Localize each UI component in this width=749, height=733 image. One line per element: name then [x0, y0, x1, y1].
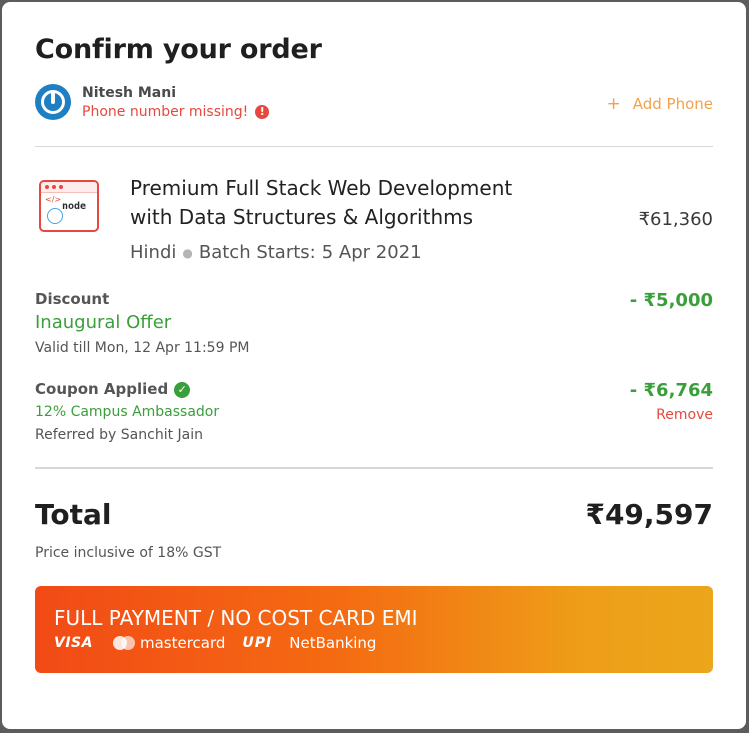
coupon-label: Coupon Applied: [35, 380, 169, 398]
plus-icon: +: [606, 94, 621, 114]
alert-circle-icon: !: [255, 105, 270, 119]
course-meta: Hindi ● Batch Starts: 5 Apr 2021: [130, 242, 422, 263]
discount-amount: - ₹5,000: [629, 290, 713, 311]
total-label: Total: [35, 498, 112, 531]
course-language: Hindi: [130, 242, 177, 263]
check-circle-icon: ✓: [174, 382, 191, 398]
full-payment-button[interactable]: FULL PAYMENT / NO COST CARD EMI VISA mas…: [35, 586, 713, 673]
order-confirmation-modal: Confirm your order Nitesh Mani Phone num…: [2, 2, 746, 729]
coupon-label-row: Coupon Applied ✓: [35, 380, 191, 398]
netbanking-label: NetBanking: [289, 634, 377, 652]
user-name: Nitesh Mani: [82, 85, 177, 101]
add-phone-label: Add Phone: [632, 95, 713, 113]
remove-coupon-link[interactable]: Remove: [656, 407, 713, 423]
course-price: ₹61,360: [638, 209, 713, 230]
code-window-icon: </> node: [39, 180, 99, 232]
coupon-name: 12% Campus Ambassador: [35, 404, 220, 420]
divider: [35, 467, 713, 469]
discount-offer-name: Inaugural Offer: [35, 312, 172, 333]
divider: [35, 146, 713, 147]
discount-label: Discount: [35, 290, 110, 308]
mastercard-logo: mastercard: [139, 634, 226, 652]
phone-missing-warning: Phone number missing! !: [82, 104, 270, 120]
coupon-referral: Referred by Sanchit Jain: [35, 427, 203, 443]
mastercard-icon: [112, 636, 135, 650]
course-title: Premium Full Stack Web Development with …: [130, 176, 513, 229]
gst-note: Price inclusive of 18% GST: [35, 545, 222, 561]
total-value: ₹49,597: [585, 498, 713, 531]
discount-validity: Valid till Mon, 12 Apr 11:59 PM: [35, 340, 250, 356]
upi-logo: UPI: [242, 635, 273, 651]
coupon-amount: - ₹6,764: [629, 380, 713, 401]
add-phone-button[interactable]: + Add Phone: [606, 94, 713, 114]
payment-button-label: FULL PAYMENT / NO COST CARD EMI: [54, 606, 418, 630]
batch-label: Batch Starts:: [198, 242, 316, 263]
page-title: Confirm your order: [35, 34, 322, 65]
payment-methods: VISA mastercard UPI NetBanking: [54, 634, 376, 652]
batch-date: 5 Apr 2021: [321, 242, 422, 263]
separator-dot: ●: [182, 245, 193, 260]
phone-warning-text: Phone number missing!: [82, 104, 249, 120]
avatar: [35, 84, 71, 120]
visa-logo: VISA: [54, 635, 93, 651]
